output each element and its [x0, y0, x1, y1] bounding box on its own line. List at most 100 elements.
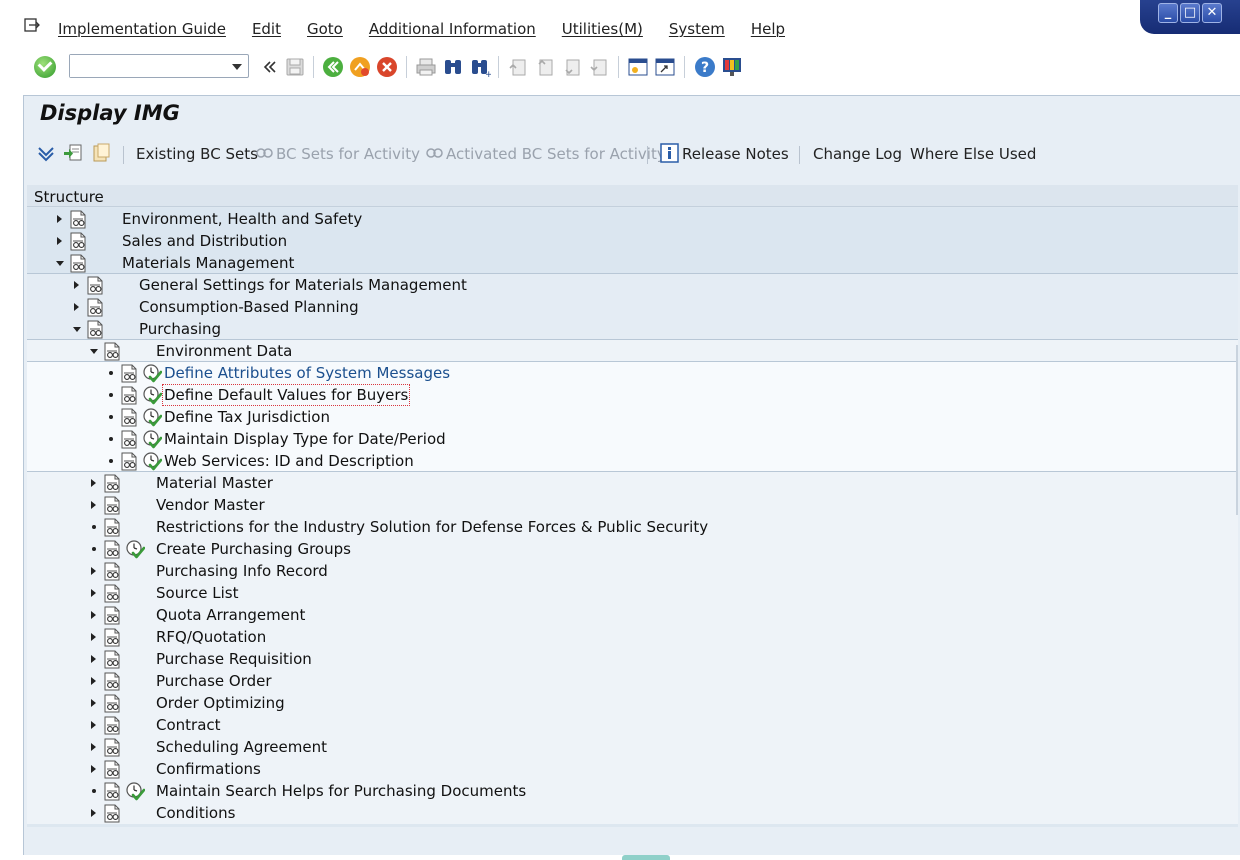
expand-node-icon[interactable] — [91, 589, 96, 597]
tree-node-label[interactable]: Environment, Health and Safety — [122, 210, 362, 228]
back-icon[interactable] — [322, 56, 344, 78]
tree-node-label[interactable]: Purchase Requisition — [156, 650, 312, 668]
collapse-node-icon[interactable] — [73, 327, 81, 332]
tree-node[interactable]: Conditions — [27, 802, 1238, 824]
img-documentation-icon[interactable] — [121, 430, 138, 449]
tree-node[interactable]: Define Attributes of System Messages — [27, 362, 1238, 384]
tree-node-label[interactable]: Maintain Display Type for Date/Period — [164, 430, 446, 448]
execute-activity-icon[interactable] — [142, 363, 162, 383]
activated-bc-sets-button[interactable]: Activated BC Sets for Activity — [446, 145, 666, 163]
release-notes-button[interactable]: Release Notes — [682, 145, 789, 163]
img-documentation-icon[interactable] — [87, 320, 104, 339]
expand-node-icon[interactable] — [74, 281, 79, 289]
expand-node-icon[interactable] — [91, 809, 96, 817]
tree-node-label[interactable]: Create Purchasing Groups — [156, 540, 351, 558]
img-documentation-icon[interactable] — [87, 276, 104, 295]
scrollbar[interactable] — [1236, 345, 1238, 515]
img-documentation-icon[interactable] — [104, 804, 121, 823]
customize-layout-icon[interactable] — [721, 56, 743, 78]
tree-node-label[interactable]: RFQ/Quotation — [156, 628, 266, 646]
exit-icon[interactable] — [349, 56, 371, 78]
existing-bc-sets-button[interactable]: Existing BC Sets — [136, 145, 258, 163]
bc-sets-for-activity-button[interactable]: BC Sets for Activity — [276, 145, 420, 163]
tree-node[interactable]: Purchase Requisition — [27, 648, 1238, 670]
expand-node-icon[interactable] — [57, 215, 62, 223]
expand-node-icon[interactable] — [91, 721, 96, 729]
where-else-used-button[interactable]: Where Else Used — [910, 145, 1036, 163]
menu-item-system[interactable]: System — [669, 20, 725, 38]
find-next-icon[interactable]: + — [469, 56, 491, 78]
print-icon[interactable] — [415, 56, 437, 78]
close-button[interactable]: ✕ — [1202, 3, 1222, 23]
save-icon[interactable] — [284, 56, 306, 78]
tree-node[interactable]: Maintain Search Helps for Purchasing Doc… — [27, 780, 1238, 802]
tree-node[interactable]: Scheduling Agreement — [27, 736, 1238, 758]
new-session-icon[interactable] — [627, 56, 649, 78]
execute-activity-icon[interactable] — [125, 781, 145, 801]
collapse-node-icon[interactable] — [90, 349, 98, 354]
tree-node[interactable]: Environment, Health and Safety — [27, 208, 1238, 230]
tree-node-label[interactable]: Sales and Distribution — [122, 232, 287, 250]
tree-node-label[interactable]: Conditions — [156, 804, 235, 822]
img-documentation-icon[interactable] — [121, 452, 138, 471]
cancel-icon[interactable] — [376, 56, 398, 78]
tree-node[interactable]: General Settings for Materials Managemen… — [27, 274, 1238, 296]
tree-node-label[interactable]: Confirmations — [156, 760, 261, 778]
img-documentation-icon[interactable] — [104, 474, 121, 493]
img-documentation-icon[interactable] — [104, 672, 121, 691]
img-documentation-icon[interactable] — [121, 408, 138, 427]
insert-node-icon[interactable] — [63, 143, 83, 163]
command-field[interactable] — [69, 54, 249, 78]
tree-node-label[interactable]: Web Services: ID and Description — [164, 452, 414, 470]
next-page-icon[interactable] — [561, 56, 583, 78]
execute-activity-icon[interactable] — [142, 429, 162, 449]
tree-node-label[interactable]: Consumption-Based Planning — [139, 298, 359, 316]
img-documentation-icon[interactable] — [70, 232, 87, 251]
tree-node-label[interactable]: General Settings for Materials Managemen… — [139, 276, 467, 294]
tree-node[interactable]: Define Default Values for Buyers — [27, 384, 1238, 406]
img-documentation-icon[interactable] — [70, 210, 87, 229]
img-documentation-icon[interactable] — [104, 562, 121, 581]
expand-node-icon[interactable] — [57, 237, 62, 245]
tree-node[interactable]: Order Optimizing — [27, 692, 1238, 714]
find-icon[interactable] — [442, 56, 464, 78]
tree-node-label[interactable]: Purchasing — [139, 320, 221, 338]
shortcut-icon[interactable] — [654, 56, 676, 78]
img-documentation-icon[interactable] — [104, 650, 121, 669]
chevron-down-icon[interactable] — [232, 64, 242, 70]
enter-check-icon[interactable] — [34, 56, 56, 78]
menu-exit-icon[interactable] — [24, 18, 40, 32]
img-documentation-icon[interactable] — [104, 716, 121, 735]
menu-item-implementation-guide[interactable]: Implementation Guide — [58, 20, 226, 38]
img-documentation-icon[interactable] — [104, 342, 121, 361]
tree-node-label[interactable]: Define Default Values for Buyers — [161, 384, 411, 406]
previous-page-icon[interactable] — [534, 56, 556, 78]
execute-activity-icon[interactable] — [125, 539, 145, 559]
first-page-icon[interactable] — [507, 56, 529, 78]
expand-node-icon[interactable] — [91, 567, 96, 575]
tree-node[interactable]: Source List — [27, 582, 1238, 604]
img-documentation-icon[interactable] — [121, 386, 138, 405]
tree-node-label[interactable]: Source List — [156, 584, 239, 602]
img-documentation-icon[interactable] — [87, 298, 104, 317]
tree-node-label[interactable]: Maintain Search Helps for Purchasing Doc… — [156, 782, 526, 800]
expand-node-icon[interactable] — [91, 655, 96, 663]
tree-node[interactable]: Define Tax Jurisdiction — [27, 406, 1238, 428]
maximize-button[interactable]: □ — [1180, 3, 1200, 23]
img-documentation-icon[interactable] — [104, 606, 121, 625]
img-documentation-icon[interactable] — [104, 518, 121, 537]
tree-node-label[interactable]: Environment Data — [156, 342, 292, 360]
tree-node-label[interactable]: Quota Arrangement — [156, 606, 305, 624]
expand-node-icon[interactable] — [74, 303, 79, 311]
tree-node-label[interactable]: Scheduling Agreement — [156, 738, 327, 756]
expand-node-icon[interactable] — [91, 501, 96, 509]
menu-item-help[interactable]: Help — [751, 20, 785, 38]
minimize-button[interactable]: _ — [1158, 3, 1178, 23]
expand-node-icon[interactable] — [91, 677, 96, 685]
status-tab[interactable] — [622, 855, 670, 860]
tree-node[interactable]: Material Master — [27, 472, 1238, 494]
execute-activity-icon[interactable] — [142, 385, 162, 405]
tree-node[interactable]: RFQ/Quotation — [27, 626, 1238, 648]
tree-node[interactable]: Contract — [27, 714, 1238, 736]
last-page-icon[interactable] — [588, 56, 610, 78]
